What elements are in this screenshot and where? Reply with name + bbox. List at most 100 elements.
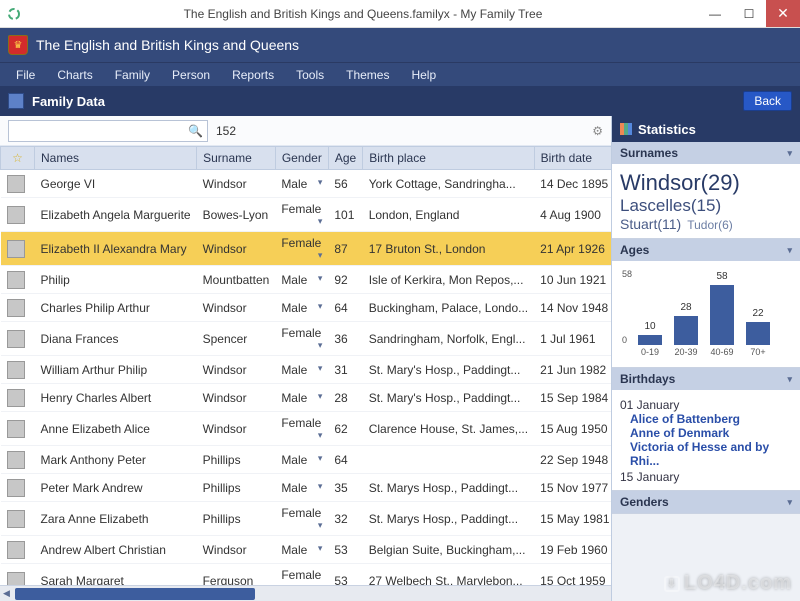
menu-themes[interactable]: Themes xyxy=(336,65,399,85)
age-bar: 58 xyxy=(710,285,734,345)
chevron-down-icon[interactable]: ▾ xyxy=(318,216,323,227)
table-row[interactable]: Zara Anne ElizabethPhillipsFemale▾32St. … xyxy=(1,502,612,536)
gear-icon[interactable]: ⚙ xyxy=(592,124,603,138)
surname-tag[interactable]: Windsor(29) xyxy=(620,170,740,195)
menu-tools[interactable]: Tools xyxy=(286,65,334,85)
chevron-down-icon: ▾ xyxy=(787,245,792,256)
chevron-down-icon[interactable]: ▾ xyxy=(318,301,323,312)
col-favorite[interactable]: ☆ xyxy=(1,147,35,170)
cell-birthplace xyxy=(363,446,534,474)
cell-gender: Female▾ xyxy=(275,564,328,586)
search-box[interactable]: 🔍 xyxy=(8,120,208,142)
chevron-down-icon[interactable]: ▾ xyxy=(318,543,323,554)
app-title: The English and British Kings and Queens xyxy=(36,37,299,53)
table-row[interactable]: Elizabeth Angela MargueriteBowes-LyonFem… xyxy=(1,198,612,232)
menu-help[interactable]: Help xyxy=(401,65,446,85)
cell-surname: Windsor xyxy=(197,412,276,446)
chevron-down-icon[interactable]: ▾ xyxy=(318,391,323,402)
bar-value: 28 xyxy=(674,302,698,313)
table-row[interactable]: William Arthur PhilipWindsorMale▾31St. M… xyxy=(1,356,612,384)
table-row[interactable]: Diana FrancesSpencerFemale▾36Sandringham… xyxy=(1,322,612,356)
cell-gender: Female▾ xyxy=(275,502,328,536)
avatar xyxy=(7,451,25,469)
cell-names: Elizabeth II Alexandra Mary xyxy=(35,232,197,266)
birthday-person[interactable]: Anne of Denmark xyxy=(620,426,792,440)
surname-tag[interactable]: Stuart(11) xyxy=(620,216,681,232)
age-bar: 22 xyxy=(746,322,770,345)
cell-birthplace: St. Mary's Hosp., Paddingt... xyxy=(363,356,534,384)
cell-age: 64 xyxy=(328,446,362,474)
bar-value: 22 xyxy=(746,308,770,319)
cell-names: Andrew Albert Christian xyxy=(35,536,197,564)
surname-tag[interactable]: Tudor(6) xyxy=(687,218,733,232)
panel-surnames-header[interactable]: Surnames ▾ xyxy=(612,142,800,164)
surname-tag[interactable]: Lascelles(15) xyxy=(620,196,721,215)
chevron-down-icon[interactable]: ▾ xyxy=(318,430,323,441)
chevron-down-icon[interactable]: ▾ xyxy=(318,340,323,351)
col-birthdate[interactable]: Birth date xyxy=(534,147,611,170)
panel-genders: Genders ▾ xyxy=(612,491,800,514)
panel-ages-header[interactable]: Ages ▾ xyxy=(612,239,800,261)
table-row[interactable]: Andrew Albert ChristianWindsorMale▾53Bel… xyxy=(1,536,612,564)
menu-file[interactable]: File xyxy=(6,65,45,85)
cell-surname: Bowes-Lyon xyxy=(197,198,276,232)
table-row[interactable]: Anne Elizabeth AliceWindsorFemale▾62Clar… xyxy=(1,412,612,446)
data-table: ☆ Names Surname Gender Age Birth place B… xyxy=(0,146,611,585)
birthday-person[interactable]: Victoria of Hesse and by Rhi... xyxy=(620,440,792,468)
table-row[interactable]: Peter Mark AndrewPhillipsMale▾35St. Mary… xyxy=(1,474,612,502)
chevron-down-icon[interactable]: ▾ xyxy=(318,481,323,492)
birthday-person[interactable]: Alice of Battenberg xyxy=(620,412,792,426)
avatar xyxy=(7,510,25,528)
table-row[interactable]: Mark Anthony PeterPhillipsMale▾6422 Sep … xyxy=(1,446,612,474)
chevron-down-icon[interactable]: ▾ xyxy=(318,582,323,585)
avatar xyxy=(7,175,25,193)
maximize-button[interactable]: ☐ xyxy=(732,0,766,27)
chevron-down-icon[interactable]: ▾ xyxy=(318,520,323,531)
table-row[interactable]: George VIWindsorMale▾56York Cottage, San… xyxy=(1,170,612,198)
row-avatar-cell xyxy=(1,198,35,232)
cell-surname: Ferguson xyxy=(197,564,276,586)
table-row[interactable]: Elizabeth II Alexandra MaryWindsorFemale… xyxy=(1,232,612,266)
chevron-down-icon[interactable]: ▾ xyxy=(318,363,323,374)
menu-bar: FileChartsFamilyPersonReportsToolsThemes… xyxy=(0,62,800,86)
back-button[interactable]: Back xyxy=(743,91,792,111)
cell-birthdate: 10 Jun 1921 xyxy=(534,266,611,294)
menu-charts[interactable]: Charts xyxy=(47,65,102,85)
menu-reports[interactable]: Reports xyxy=(222,65,284,85)
panel-genders-header[interactable]: Genders ▾ xyxy=(612,491,800,513)
horizontal-scrollbar[interactable]: ◀ xyxy=(0,585,611,601)
menu-person[interactable]: Person xyxy=(162,65,220,85)
chevron-down-icon[interactable]: ▾ xyxy=(318,453,323,464)
scroll-left-icon[interactable]: ◀ xyxy=(0,588,13,599)
stats-body: Surnames ▾ Windsor(29)Lascelles(15)Stuar… xyxy=(612,142,800,601)
col-gender[interactable]: Gender xyxy=(275,147,328,170)
table-row[interactable]: Henry Charles AlbertWindsorMale▾28St. Ma… xyxy=(1,384,612,412)
scrollbar-thumb[interactable] xyxy=(15,588,255,600)
table-row[interactable]: Charles Philip ArthurWindsorMale▾64Bucki… xyxy=(1,294,612,322)
right-pane: Statistics Surnames ▾ Windsor(29)Lascell… xyxy=(612,116,800,601)
chevron-down-icon[interactable]: ▾ xyxy=(318,250,323,261)
col-surname[interactable]: Surname xyxy=(197,147,276,170)
col-birthplace[interactable]: Birth place xyxy=(363,147,534,170)
minimize-button[interactable]: — xyxy=(698,0,732,27)
panel-birthdays-header[interactable]: Birthdays ▾ xyxy=(612,368,800,390)
cell-birthdate: 21 Apr 1926 xyxy=(534,232,611,266)
cell-birthdate: 21 Jun 1982 xyxy=(534,356,611,384)
xaxis-label: 20-39 xyxy=(674,347,698,357)
cell-birthdate: 15 May 1981 xyxy=(534,502,611,536)
cell-age: 31 xyxy=(328,356,362,384)
chevron-down-icon[interactable]: ▾ xyxy=(318,273,323,284)
row-avatar-cell xyxy=(1,536,35,564)
search-icon[interactable]: 🔍 xyxy=(188,124,203,138)
table-row[interactable]: Sarah MargaretFergusonFemale▾5327 Welbec… xyxy=(1,564,612,586)
cell-names: Diana Frances xyxy=(35,322,197,356)
chevron-down-icon[interactable]: ▾ xyxy=(318,177,323,188)
menu-family[interactable]: Family xyxy=(105,65,160,85)
cell-names: George VI xyxy=(35,170,197,198)
cell-gender: Female▾ xyxy=(275,322,328,356)
col-names[interactable]: Names xyxy=(35,147,197,170)
search-input[interactable] xyxy=(13,124,188,138)
col-age[interactable]: Age xyxy=(328,147,362,170)
table-row[interactable]: PhilipMountbattenMale▾92Isle of Kerkira,… xyxy=(1,266,612,294)
close-button[interactable]: ✕ xyxy=(766,0,800,27)
